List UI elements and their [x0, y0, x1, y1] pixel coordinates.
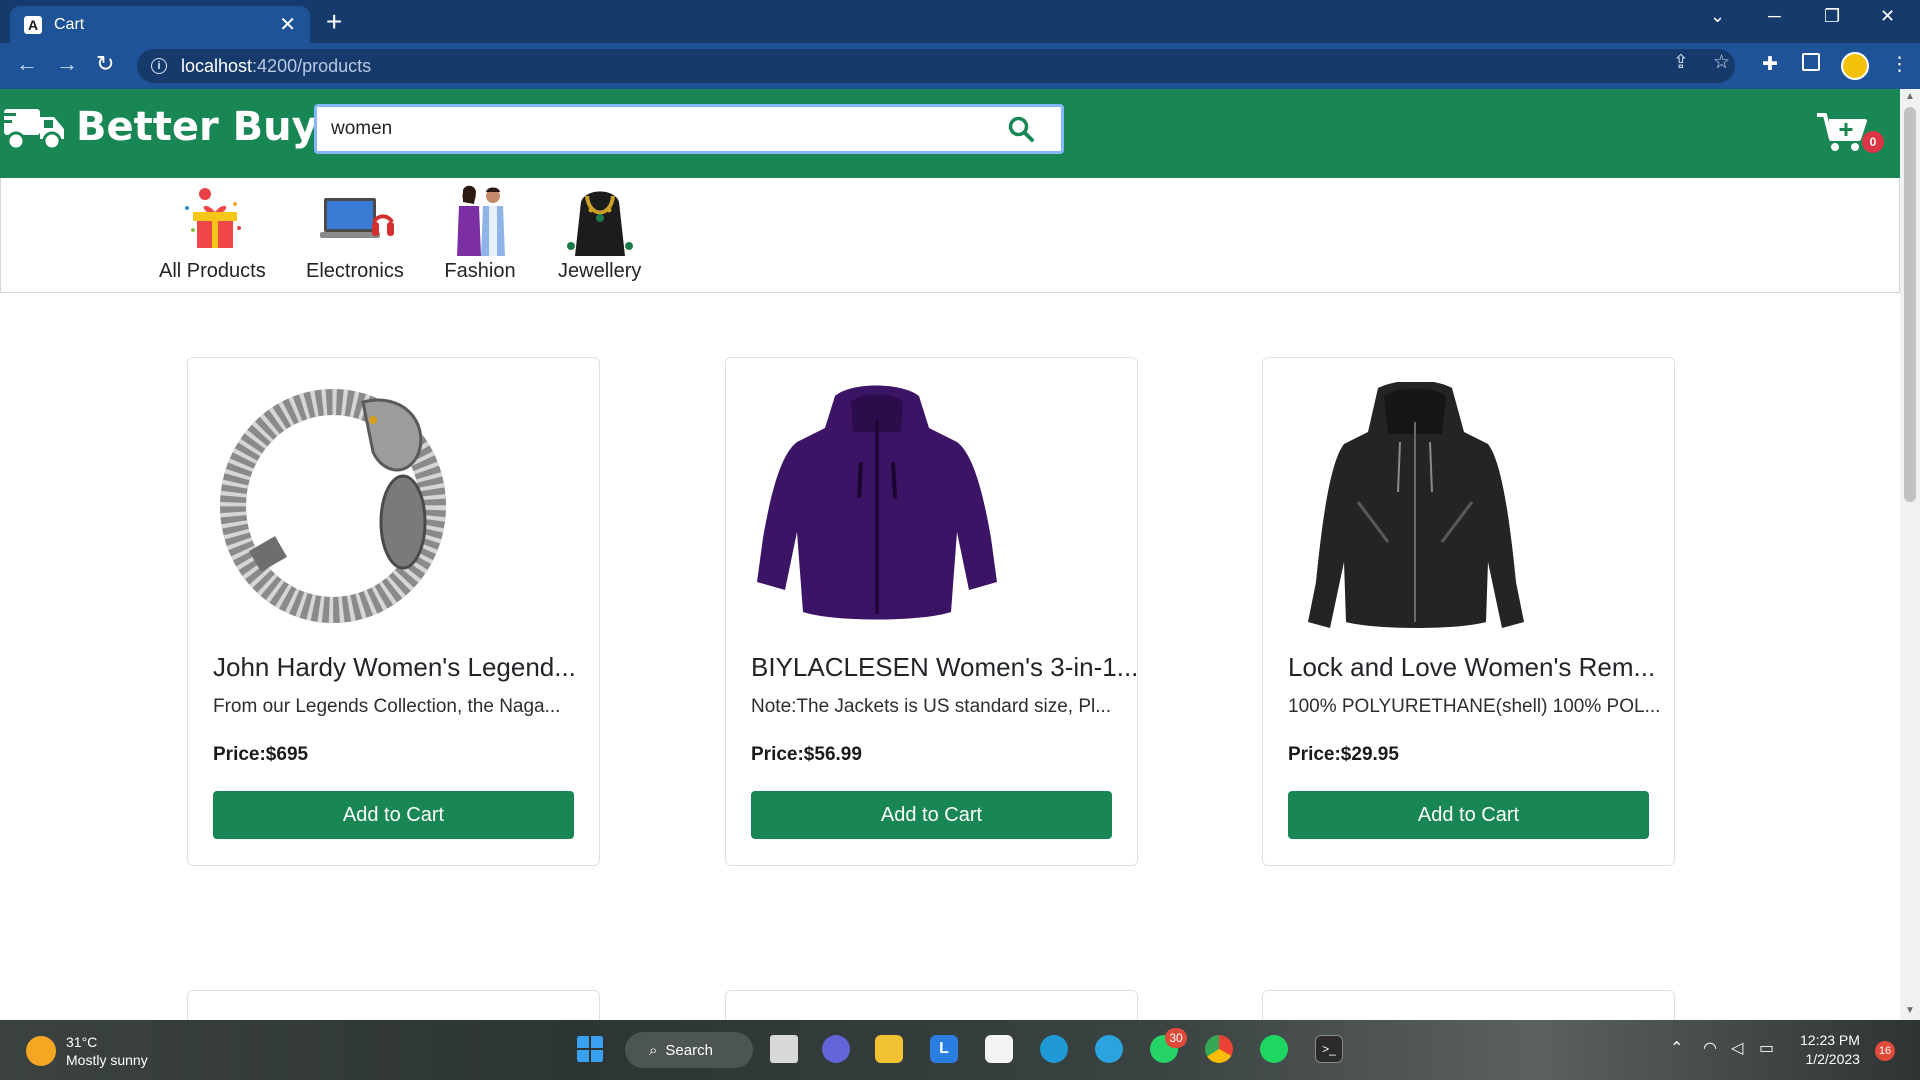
windows-start-icon[interactable] [576, 1035, 604, 1063]
battery-icon[interactable]: ▭ [1759, 1038, 1774, 1058]
url-path: :4200/products [252, 55, 372, 76]
add-to-cart-button[interactable]: Add to Cart [751, 791, 1112, 839]
page-content: Better Buys! 0 [0, 89, 1900, 1020]
edge-browser-icon[interactable] [1040, 1035, 1068, 1063]
weather-condition: Mostly sunny [66, 1052, 148, 1068]
url-host: localhost [181, 55, 253, 76]
product-description: Note:The Jackets is US standard size, Pl… [751, 696, 1112, 717]
product-price: Price:$695 [213, 744, 309, 765]
product-description: 100% POLYURETHANE(shell) 100% POL... [1288, 696, 1661, 717]
product-card-partial [725, 990, 1138, 1020]
category-label: Jewellery [558, 260, 642, 282]
spotify-icon[interactable] [1260, 1035, 1288, 1063]
terminal-icon[interactable]: >_ [1315, 1035, 1343, 1063]
product-card-partial [187, 990, 600, 1020]
search-box [314, 104, 1064, 154]
scroll-thumb[interactable] [1904, 107, 1916, 502]
gift-icon [185, 188, 242, 248]
search-icon: ⌕ [649, 1041, 658, 1059]
fashion-models-icon [457, 185, 505, 256]
category-bar: All Products Electronics Fashion Jewelle… [0, 178, 1900, 293]
back-icon[interactable]: ← [16, 51, 38, 77]
minimize-icon[interactable]: ─ [1768, 6, 1781, 27]
url-field[interactable]: i localhost:4200/products [137, 49, 1735, 83]
close-window-icon[interactable]: ✕ [1880, 6, 1895, 27]
product-title[interactable]: BIYLACLESEN Women's 3-in-1... [751, 652, 1138, 683]
category-label: Electronics [306, 260, 404, 282]
microsoft-store-icon[interactable] [985, 1035, 1013, 1063]
share-icon[interactable]: ⇪ [1673, 51, 1689, 74]
show-hidden-icons-chevron-icon[interactable]: ⌃ [1670, 1038, 1683, 1058]
volume-icon[interactable]: ◁ [1731, 1038, 1743, 1058]
category-fashion[interactable]: Fashion [441, 182, 519, 283]
delivery-truck-icon [2, 109, 64, 151]
search-icon[interactable] [1007, 115, 1035, 143]
product-price: Price:$29.95 [1288, 744, 1399, 765]
file-explorer-icon[interactable] [875, 1035, 903, 1063]
category-jewellery[interactable]: Jewellery [558, 182, 641, 283]
forward-icon[interactable]: → [56, 51, 78, 77]
scroll-down-arrow-icon[interactable]: ▼ [1905, 1005, 1915, 1016]
whatsapp-unread-badge: 30 [1165, 1028, 1187, 1048]
laptop-icon [319, 198, 394, 238]
browser-tab-bar: A Cart ✕ + ⌄ ─ ❐ ✕ [0, 0, 1920, 43]
chrome-icon[interactable] [1205, 1035, 1233, 1063]
add-to-cart-button[interactable]: Add to Cart [1288, 791, 1649, 839]
site-header: Better Buys! 0 [0, 89, 1900, 178]
necklace-icon [566, 191, 633, 256]
sunny-weather-icon [26, 1036, 56, 1066]
close-tab-icon[interactable]: ✕ [279, 12, 296, 37]
browser-tab[interactable]: A Cart ✕ [10, 6, 310, 43]
product-title[interactable]: Lock and Love Women's Rem... [1288, 652, 1655, 683]
wifi-icon[interactable]: ◠ [1703, 1038, 1717, 1058]
bookmark-star-icon[interactable]: ☆ [1713, 51, 1730, 74]
restore-icon[interactable]: ❐ [1824, 6, 1840, 27]
reload-icon[interactable]: ↻ [96, 51, 114, 77]
kebab-menu-icon[interactable]: ⋮ [1890, 53, 1909, 76]
profile-avatar[interactable] [1841, 52, 1869, 80]
product-card: John Hardy Women's Legend... From our Le… [187, 357, 600, 866]
category-label: All Products [159, 260, 266, 282]
product-card-partial [1262, 990, 1675, 1020]
new-tab-icon[interactable]: + [326, 8, 342, 36]
notification-count-badge[interactable]: 16 [1875, 1041, 1895, 1061]
silver-bracelet-image [220, 389, 446, 623]
category-label: Fashion [444, 260, 516, 282]
taskbar-search-label: Search [665, 1041, 713, 1059]
category-electronics[interactable]: Electronics [306, 182, 404, 283]
add-to-cart-button[interactable]: Add to Cart [213, 791, 574, 839]
address-bar: ← → ↻ i localhost:4200/products ⇪ ☆ ✚ ⋮ [0, 43, 1920, 89]
side-panel-icon[interactable] [1802, 53, 1820, 71]
cart-count-badge: 0 [1862, 131, 1884, 153]
temperature: 31°C [66, 1034, 98, 1050]
brand[interactable]: Better Buys! [2, 101, 360, 153]
clock-date: 1/2/2023 [1805, 1051, 1860, 1067]
angular-favicon-icon: A [24, 15, 42, 34]
task-view-icon[interactable] [770, 1035, 798, 1063]
tab-search-chevron-icon[interactable]: ⌄ [1710, 6, 1725, 27]
teams-chat-icon[interactable] [822, 1035, 850, 1063]
clock-time: 12:23 PM [1800, 1032, 1860, 1048]
purple-jacket-image [757, 385, 997, 620]
site-info-icon[interactable]: i [151, 58, 167, 74]
category-all-products[interactable]: All Products [159, 182, 266, 283]
product-price: Price:$56.99 [751, 744, 862, 765]
system-clock[interactable]: 12:23 PM 1/2/2023 [1800, 1031, 1860, 1069]
tab-title: Cart [54, 15, 85, 33]
page-scrollbar[interactable]: ▲ ▼ [1900, 89, 1920, 1020]
windows-taskbar: 31°C Mostly sunny ⌕ Search L 30 >_ ⌃ ◠ ◁… [0, 1020, 1920, 1080]
weather-widget[interactable]: 31°C Mostly sunny [26, 1033, 148, 1069]
extensions-puzzle-icon[interactable]: ✚ [1762, 53, 1778, 76]
scroll-up-arrow-icon[interactable]: ▲ [1905, 91, 1915, 102]
product-card: Lock and Love Women's Rem... 100% POLYUR… [1262, 357, 1675, 866]
product-description: From our Legends Collection, the Naga... [213, 696, 561, 717]
telegram-icon[interactable] [1095, 1035, 1123, 1063]
search-input[interactable] [331, 118, 1007, 140]
product-title[interactable]: John Hardy Women's Legend... [213, 652, 576, 683]
taskbar-search[interactable]: ⌕ Search [625, 1032, 753, 1068]
black-leather-jacket-image [1308, 382, 1524, 628]
product-card: BIYLACLESEN Women's 3-in-1... Note:The J… [725, 357, 1138, 866]
l-app-icon[interactable]: L [930, 1035, 958, 1063]
